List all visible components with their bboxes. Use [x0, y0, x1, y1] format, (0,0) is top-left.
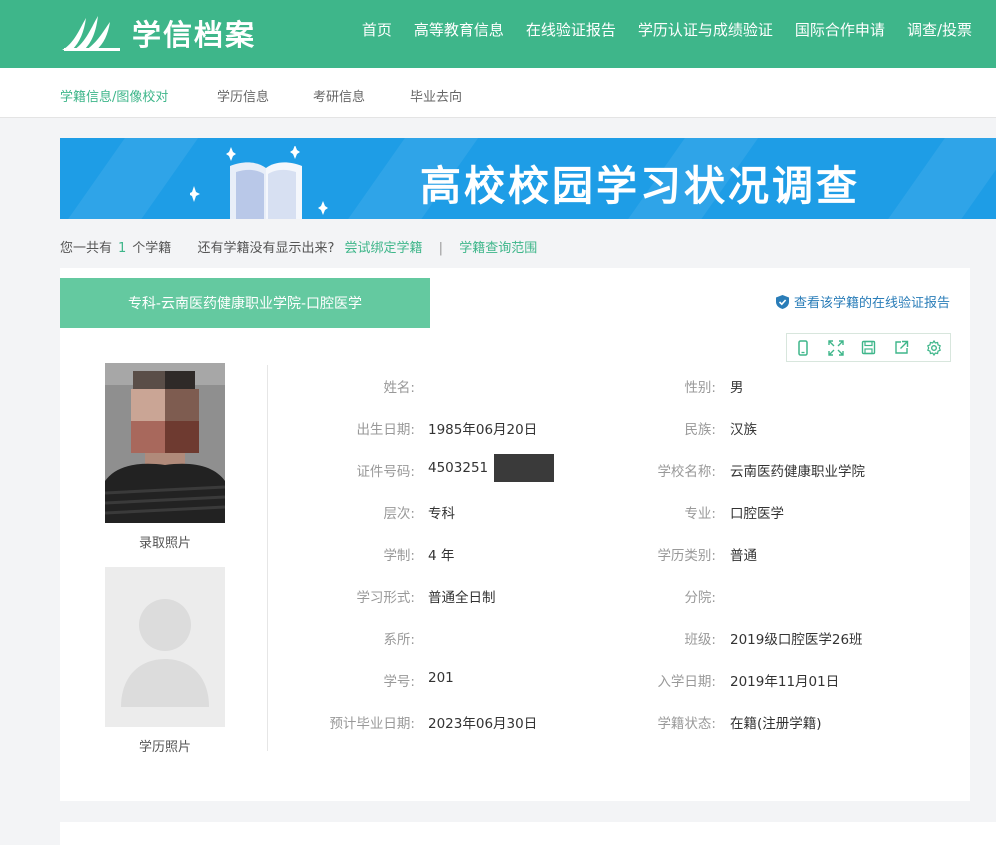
- subnav-enrollment-info[interactable]: 学籍信息/图像校对: [60, 86, 168, 105]
- verify-link-text: 查看该学籍的在线验证报告: [793, 296, 950, 311]
- field-label: 分院:: [684, 590, 716, 606]
- field-value: 口腔医学: [730, 506, 784, 522]
- field-value: 2019年11月01日: [730, 674, 840, 690]
- field-value: 普通: [730, 548, 757, 564]
- top-nav: 首页 高等教育信息 在线验证报告 学历认证与成绩验证 国际合作申请 调查/投票: [351, 0, 996, 58]
- field-label: 层次:: [383, 506, 415, 522]
- next-card: [60, 822, 996, 845]
- redaction-block: [494, 454, 554, 482]
- enrollment-count: 1: [118, 241, 127, 256]
- enrollment-record-card: 专科-云南医药健康职业学院-口腔医学 查看该学籍的在线验证报告 录取照片 学历照…: [60, 268, 970, 801]
- field-value: 在籍(注册学籍): [730, 716, 822, 732]
- field-value: 4 年: [428, 548, 455, 564]
- field-label: 班级:: [684, 632, 716, 648]
- view-verification-report-link[interactable]: 查看该学籍的在线验证报告: [775, 292, 950, 311]
- settings-button[interactable]: [917, 334, 950, 361]
- field-label: 学号:: [383, 674, 415, 690]
- field-label: 学习形式:: [356, 590, 415, 606]
- field-value: 2019级口腔医学26班: [730, 632, 863, 648]
- top-header: 学信档案 首页 高等教育信息 在线验证报告 学历认证与成绩验证 国际合作申请 调…: [0, 0, 996, 68]
- subnav-graduation-destination[interactable]: 毕业去向: [410, 86, 462, 105]
- save-icon: [861, 340, 876, 355]
- bind-enrollment-link[interactable]: 尝试绑定学籍: [345, 241, 423, 256]
- fullscreen-button[interactable]: [820, 334, 853, 361]
- field-label: 性别:: [684, 380, 716, 396]
- shield-icon: [775, 294, 789, 309]
- nav-online-verification-report[interactable]: 在线验证报告: [526, 19, 616, 40]
- field-label: 入学日期:: [657, 674, 716, 690]
- admission-photo-image: [105, 363, 225, 523]
- nav-survey-vote[interactable]: 调查/投票: [907, 19, 972, 40]
- field-value: 2023年06月30日: [428, 716, 538, 732]
- field-value: 专科: [428, 506, 455, 522]
- logo-text: 学信档案: [132, 18, 257, 52]
- field-label: 专业:: [684, 506, 716, 522]
- link-separator: |: [438, 241, 444, 256]
- field-label: 出生日期:: [356, 422, 415, 438]
- nav-higher-education-info[interactable]: 高等教育信息: [414, 19, 504, 40]
- mobile-button[interactable]: [787, 334, 820, 361]
- settings-icon: [926, 339, 941, 356]
- nav-degree-certification[interactable]: 学历认证与成绩验证: [638, 19, 773, 40]
- admission-photo-caption: 录取照片: [138, 536, 191, 551]
- field-label: 姓名:: [383, 380, 415, 396]
- count-suffix: 个学籍: [132, 241, 172, 256]
- count-prefix: 您一共有: [60, 241, 113, 256]
- logo[interactable]: 学信档案: [60, 10, 256, 56]
- share-button[interactable]: [885, 334, 918, 361]
- field-label: 学籍状态:: [657, 716, 716, 732]
- field-label: 预计毕业日期:: [329, 716, 415, 732]
- field-label: 学校名称:: [657, 464, 716, 480]
- field-value: 1985年06月20日: [428, 422, 538, 438]
- mobile-icon: [798, 339, 809, 356]
- field-label: 学制:: [383, 548, 415, 564]
- admission-photo: [105, 363, 225, 523]
- share-icon: [894, 340, 908, 354]
- nav-home[interactable]: 首页: [362, 19, 392, 40]
- avatar-placeholder-icon: [121, 599, 209, 707]
- save-button[interactable]: [852, 334, 885, 361]
- field-value: 云南医药健康职业学院: [730, 464, 865, 480]
- enrollment-count-line: 您一共有 1 个学籍 还有学籍没有显示出来? 尝试绑定学籍 | 学籍查询范围: [60, 237, 537, 256]
- query-range-link[interactable]: 学籍查询范围: [459, 241, 537, 256]
- missing-question: 还有学籍没有显示出来?: [197, 241, 335, 256]
- field-value: 汉族: [730, 422, 757, 438]
- subnav-degree-info[interactable]: 学历信息: [217, 86, 269, 105]
- record-toolbar: [786, 333, 951, 362]
- field-value: 普通全日制: [428, 590, 496, 606]
- record-tab[interactable]: 专科-云南医药健康职业学院-口腔医学: [60, 278, 430, 328]
- field-label: 民族:: [684, 422, 716, 438]
- subnav-postgrad-exam-info[interactable]: 考研信息: [313, 86, 365, 105]
- survey-banner[interactable]: 高校校园学习状况调查: [60, 138, 996, 219]
- field-label: 系所:: [383, 632, 415, 648]
- degree-photo-caption: 学历照片: [138, 740, 191, 755]
- logo-mark-icon: [62, 16, 120, 51]
- banner-title: 高校校园学习状况调查: [420, 162, 860, 210]
- field-label: 证件号码:: [356, 464, 415, 480]
- book-icon: [190, 146, 328, 219]
- field-value: 4503251: [428, 460, 489, 476]
- sub-nav: 学籍信息/图像校对 学历信息 考研信息 毕业去向: [0, 68, 996, 118]
- field-value: 男: [730, 380, 744, 396]
- degree-photo: [105, 567, 225, 727]
- field-label: 学历类别:: [657, 548, 716, 564]
- field-value: 201: [428, 670, 454, 686]
- fullscreen-icon: [828, 339, 844, 356]
- nav-international-cooperation[interactable]: 国际合作申请: [795, 19, 885, 40]
